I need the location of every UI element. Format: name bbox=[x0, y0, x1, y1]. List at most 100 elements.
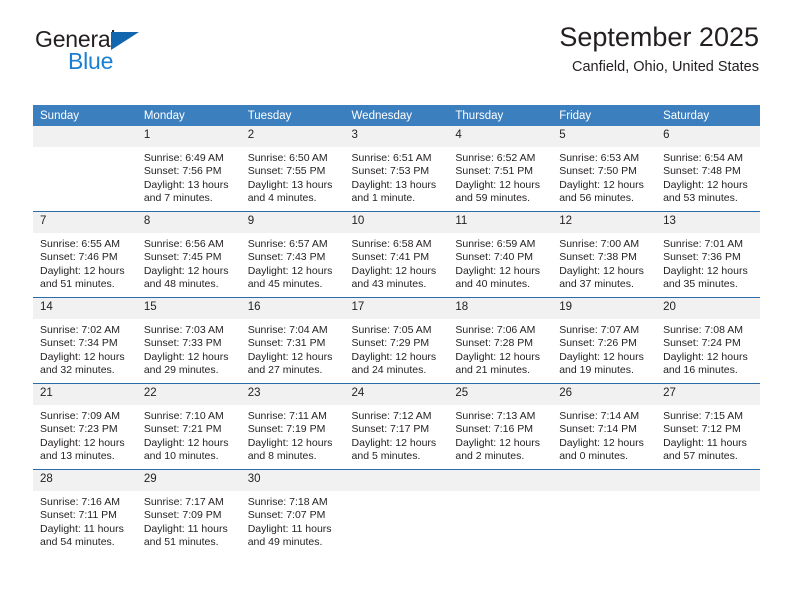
daylight-text-line2: and 0 minutes. bbox=[559, 450, 629, 463]
day-details: Sunrise: 7:03 AM Sunset: 7:33 PM Daylight:… bbox=[137, 319, 241, 378]
sunrise-text: Sunrise: 7:12 AM bbox=[351, 410, 432, 422]
sunset-text: Sunset: 7:17 PM bbox=[351, 423, 430, 436]
day-cell[interactable]: 10 Sunrise: 6:58 AM Sunset: 7:41 PM Dayligh… bbox=[344, 212, 449, 297]
calendar-cell: 12 Sunrise: 7:00 AM Sunset: 7:38 PM Dayligh… bbox=[552, 211, 657, 298]
daylight-text-line2: and 4 minutes. bbox=[247, 192, 317, 205]
day-cell[interactable]: 24 Sunrise: 7:12 AM Sunset: 7:17 PM Dayligh… bbox=[344, 384, 449, 469]
logo-general-label: General bbox=[35, 26, 116, 52]
daylight-text-line1: Daylight: 12 hours bbox=[247, 350, 333, 363]
daylight-text-line2: and 37 minutes. bbox=[559, 278, 634, 291]
calendar-cell bbox=[33, 126, 137, 212]
day-cell[interactable]: 18 Sunrise: 7:06 AM Sunset: 7:28 PM Dayligh… bbox=[448, 298, 553, 383]
day-cell[interactable]: 2 Sunrise: 6:50 AM Sunset: 7:55 PM Daylight… bbox=[240, 126, 345, 211]
day-cell[interactable]: 21 Sunrise: 7:09 AM Sunset: 7:23 PM Dayligh… bbox=[33, 384, 137, 469]
daylight-text-line1: Daylight: 12 hours bbox=[455, 436, 541, 449]
day-details: Sunrise: 7:11 AM Sunset: 7:19 PM Daylight:… bbox=[241, 405, 345, 464]
sunset-text: Sunset: 7:55 PM bbox=[247, 165, 326, 178]
day-cell[interactable]: 25 Sunrise: 7:13 AM Sunset: 7:16 PM Dayligh… bbox=[448, 384, 553, 469]
sunrise-text: Sunrise: 6:55 AM bbox=[40, 238, 120, 250]
daylight-text-line1: Daylight: 12 hours bbox=[143, 350, 229, 363]
day-number: 9 bbox=[240, 212, 345, 233]
day-cell[interactable]: 22 Sunrise: 7:10 AM Sunset: 7:21 PM Dayligh… bbox=[136, 384, 241, 469]
day-cell[interactable]: 26 Sunrise: 7:14 AM Sunset: 7:14 PM Dayligh… bbox=[552, 384, 657, 469]
day-details: Sunrise: 6:54 AM Sunset: 7:48 PM Daylight:… bbox=[656, 147, 760, 206]
day-cell[interactable]: 15 Sunrise: 7:03 AM Sunset: 7:33 PM Dayligh… bbox=[136, 298, 241, 383]
sunrise-text: Sunrise: 6:51 AM bbox=[351, 152, 432, 164]
sunset-text: Sunset: 7:24 PM bbox=[663, 337, 741, 350]
sunrise-text: Sunrise: 6:49 AM bbox=[143, 152, 224, 164]
calendar-body: 1 Sunrise: 6:49 AM Sunset: 7:56 PM Daylight… bbox=[33, 126, 760, 555]
logo-text-general: General bbox=[35, 28, 215, 52]
page-subtitle: Canfield, Ohio, United States bbox=[572, 59, 759, 76]
weekday-header-wednesday: Wednesday bbox=[344, 105, 449, 126]
calendar-cell: 18 Sunrise: 7:06 AM Sunset: 7:28 PM Dayligh… bbox=[448, 297, 553, 384]
day-number: 12 bbox=[552, 212, 657, 233]
day-cell[interactable]: 3 Sunrise: 6:51 AM Sunset: 7:53 PM Daylight… bbox=[344, 126, 449, 211]
day-cell[interactable]: 4 Sunrise: 6:52 AM Sunset: 7:51 PM Daylight… bbox=[448, 126, 553, 211]
day-cell[interactable]: 1 Sunrise: 6:49 AM Sunset: 7:56 PM Daylight… bbox=[136, 126, 241, 211]
calendar-cell: 11 Sunrise: 6:59 AM Sunset: 7:40 PM Dayligh… bbox=[448, 211, 553, 298]
day-cell[interactable]: 20 Sunrise: 7:08 AM Sunset: 7:24 PM Dayligh… bbox=[656, 298, 760, 383]
day-cell[interactable]: 23 Sunrise: 7:11 AM Sunset: 7:19 PM Dayligh… bbox=[240, 384, 345, 469]
sunset-text: Sunset: 7:40 PM bbox=[455, 251, 534, 264]
daylight-text-line1: Daylight: 12 hours bbox=[143, 436, 229, 449]
day-cell[interactable]: 29 Sunrise: 7:17 AM Sunset: 7:09 PM Dayligh… bbox=[136, 470, 241, 555]
calendar-cell: 28 Sunrise: 7:16 AM Sunset: 7:11 PM Dayligh… bbox=[33, 469, 137, 555]
sunset-text: Sunset: 7:50 PM bbox=[559, 165, 637, 178]
day-details: Sunrise: 6:52 AM Sunset: 7:51 PM Daylight:… bbox=[448, 147, 552, 206]
day-cell[interactable]: 7 Sunrise: 6:55 AM Sunset: 7:46 PM Daylight… bbox=[33, 212, 137, 297]
calendar-cell: 24 Sunrise: 7:12 AM Sunset: 7:17 PM Dayligh… bbox=[344, 383, 449, 470]
day-details: Sunrise: 6:59 AM Sunset: 7:40 PM Daylight:… bbox=[448, 233, 552, 292]
day-number: 7 bbox=[33, 212, 137, 233]
calendar-cell: 21 Sunrise: 7:09 AM Sunset: 7:23 PM Dayligh… bbox=[33, 383, 137, 470]
day-cell[interactable]: 13 Sunrise: 7:01 AM Sunset: 7:36 PM Dayligh… bbox=[656, 212, 760, 297]
day-number: 11 bbox=[448, 212, 553, 233]
calendar-cell bbox=[552, 469, 657, 555]
daylight-text-line2: and 13 minutes. bbox=[40, 450, 115, 463]
day-cell[interactable]: 30 Sunrise: 7:18 AM Sunset: 7:07 PM Dayligh… bbox=[240, 470, 345, 555]
daylight-text-line2: and 40 minutes. bbox=[455, 278, 531, 291]
page-header: General Blue September 2025 Canfield, Oh… bbox=[33, 0, 759, 76]
daylight-text-line1: Daylight: 12 hours bbox=[455, 178, 541, 191]
daylight-text-line2: and 35 minutes. bbox=[663, 278, 738, 291]
day-cell[interactable]: 27 Sunrise: 7:15 AM Sunset: 7:12 PM Dayligh… bbox=[656, 384, 760, 469]
day-details: Sunrise: 6:50 AM Sunset: 7:55 PM Daylight:… bbox=[241, 147, 345, 206]
weekday-header-friday: Friday bbox=[552, 105, 657, 126]
day-cell[interactable]: 6 Sunrise: 6:54 AM Sunset: 7:48 PM Daylight… bbox=[656, 126, 760, 211]
calendar-cell: 2 Sunrise: 6:50 AM Sunset: 7:55 PM Daylight… bbox=[240, 126, 345, 212]
day-cell[interactable]: 8 Sunrise: 6:56 AM Sunset: 7:45 PM Daylight… bbox=[136, 212, 241, 297]
day-cell[interactable]: 9 Sunrise: 6:57 AM Sunset: 7:43 PM Daylight… bbox=[240, 212, 345, 297]
day-cell[interactable]: 17 Sunrise: 7:05 AM Sunset: 7:29 PM Dayligh… bbox=[344, 298, 449, 383]
calendar-cell: 3 Sunrise: 6:51 AM Sunset: 7:53 PM Daylight… bbox=[344, 126, 449, 212]
day-details: Sunrise: 7:15 AM Sunset: 7:12 PM Daylight:… bbox=[656, 405, 760, 464]
day-number: 22 bbox=[136, 384, 241, 405]
calendar-cell: 9 Sunrise: 6:57 AM Sunset: 7:43 PM Daylight… bbox=[240, 211, 345, 298]
day-number: 20 bbox=[656, 298, 760, 319]
day-details: Sunrise: 7:17 AM Sunset: 7:09 PM Daylight:… bbox=[137, 491, 241, 550]
day-cell[interactable]: 5 Sunrise: 6:53 AM Sunset: 7:50 PM Daylight… bbox=[552, 126, 657, 211]
day-details: Sunrise: 6:53 AM Sunset: 7:50 PM Daylight:… bbox=[552, 147, 656, 206]
day-number: 23 bbox=[240, 384, 345, 405]
calendar-cell: 7 Sunrise: 6:55 AM Sunset: 7:46 PM Daylight… bbox=[33, 211, 137, 298]
sunrise-text: Sunrise: 6:56 AM bbox=[143, 238, 224, 250]
day-cell[interactable]: 28 Sunrise: 7:16 AM Sunset: 7:11 PM Dayligh… bbox=[33, 470, 137, 555]
day-details: Sunrise: 7:08 AM Sunset: 7:24 PM Daylight:… bbox=[656, 319, 760, 378]
day-details: Sunrise: 6:58 AM Sunset: 7:41 PM Daylight:… bbox=[345, 233, 449, 292]
day-number bbox=[448, 470, 553, 491]
calendar-cell: 26 Sunrise: 7:14 AM Sunset: 7:14 PM Dayligh… bbox=[552, 383, 657, 470]
day-cell[interactable]: 19 Sunrise: 7:07 AM Sunset: 7:26 PM Dayligh… bbox=[552, 298, 657, 383]
sunset-text: Sunset: 7:38 PM bbox=[559, 251, 637, 264]
daylight-text-line1: Daylight: 12 hours bbox=[559, 264, 644, 277]
day-cell[interactable]: 12 Sunrise: 7:00 AM Sunset: 7:38 PM Dayligh… bbox=[552, 212, 657, 297]
sunset-text: Sunset: 7:29 PM bbox=[351, 337, 430, 350]
daylight-text-line2: and 54 minutes. bbox=[40, 536, 115, 549]
daylight-text-line1: Daylight: 12 hours bbox=[40, 264, 125, 277]
day-number: 4 bbox=[448, 126, 553, 147]
day-number: 2 bbox=[240, 126, 345, 147]
day-details: Sunrise: 7:00 AM Sunset: 7:38 PM Daylight:… bbox=[552, 233, 656, 292]
sunrise-text: Sunrise: 6:53 AM bbox=[559, 152, 640, 164]
day-cell[interactable]: 16 Sunrise: 7:04 AM Sunset: 7:31 PM Dayligh… bbox=[240, 298, 345, 383]
calendar-cell bbox=[344, 469, 449, 555]
day-cell[interactable]: 14 Sunrise: 7:02 AM Sunset: 7:34 PM Dayligh… bbox=[33, 298, 137, 383]
day-cell[interactable]: 11 Sunrise: 6:59 AM Sunset: 7:40 PM Dayligh… bbox=[448, 212, 553, 297]
